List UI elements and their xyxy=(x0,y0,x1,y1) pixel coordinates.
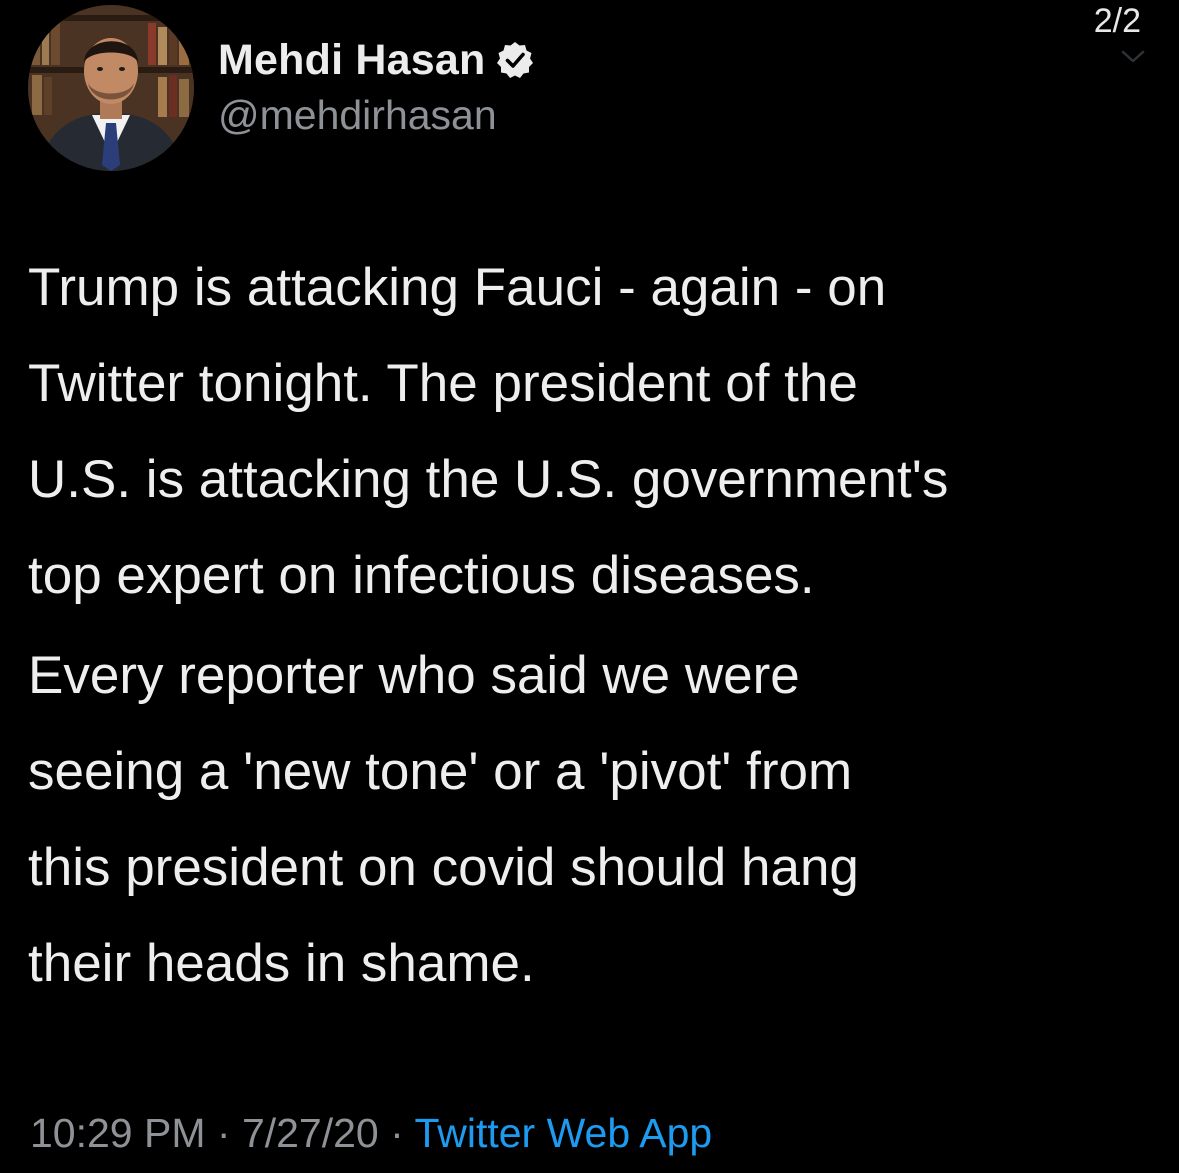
avatar[interactable] xyxy=(28,5,194,171)
meta-separator: · xyxy=(205,1110,242,1156)
author-display-name[interactable]: Mehdi Hasan xyxy=(218,36,485,85)
tweet-source-link[interactable]: Twitter Web App xyxy=(414,1110,712,1156)
tweet-date[interactable]: 7/27/20 xyxy=(242,1110,379,1156)
meta-separator: · xyxy=(378,1110,415,1156)
tweet-meta: 10:29 PM · 7/27/20 · Twitter Web App xyxy=(30,1110,712,1157)
tweet-time[interactable]: 10:29 PM xyxy=(30,1110,206,1156)
author-name-row[interactable]: Mehdi Hasan xyxy=(218,32,535,88)
verified-badge-icon xyxy=(497,42,534,78)
chevron-down-icon[interactable] xyxy=(1121,50,1145,64)
tweet-text: Trump is attacking Fauci - again - on Tw… xyxy=(28,240,1158,1012)
tweet-paragraph: Trump is attacking Fauci - again - on Tw… xyxy=(28,258,949,605)
tweet-paragraph: Every reporter who said we were seeing a… xyxy=(28,646,859,993)
tweet-card: Mehdi Hasan @mehdirhasan 2/2 Trump is at… xyxy=(0,0,1179,1173)
profile-photo-icon xyxy=(28,5,194,171)
thread-counter: 2/2 xyxy=(1093,2,1141,40)
author-handle[interactable]: @mehdirhasan xyxy=(218,92,497,139)
